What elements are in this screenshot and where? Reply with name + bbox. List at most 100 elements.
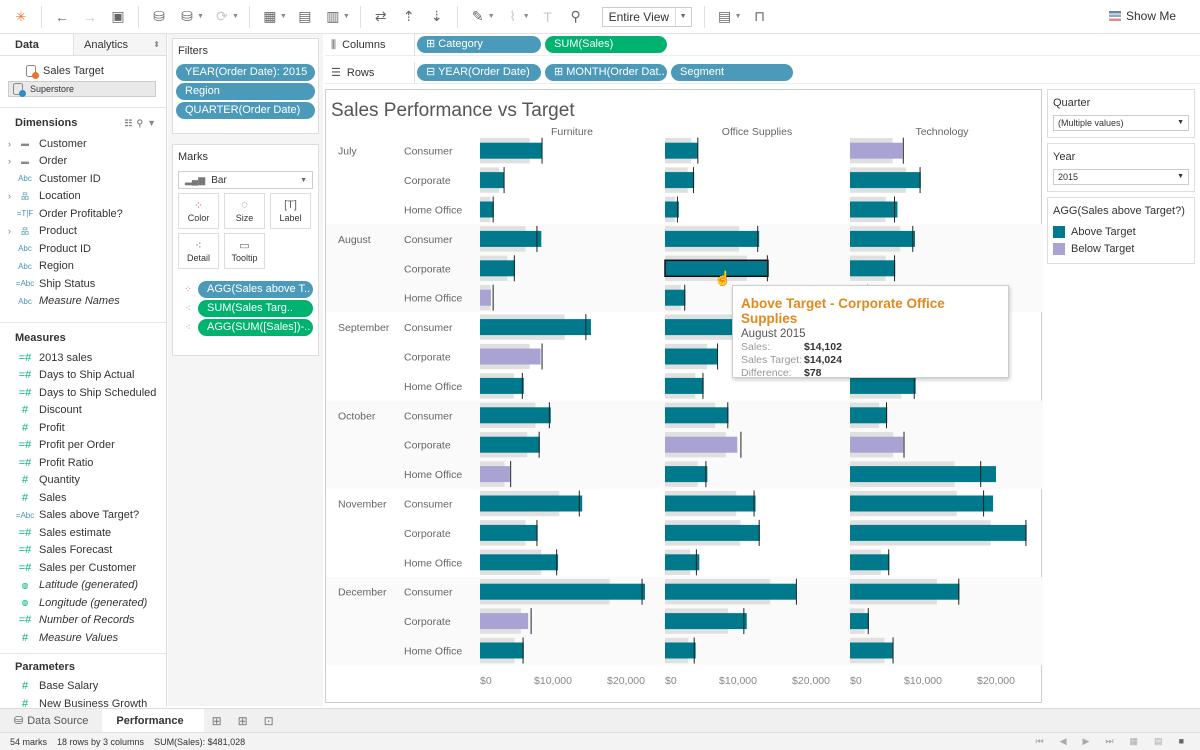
show-me-button[interactable]: Show Me [1108,9,1176,23]
chevron-down-icon[interactable]: ▼ [147,118,160,128]
data-source-item[interactable]: Superstore [8,81,156,97]
filter-pill[interactable]: YEAR(Order Date): 2015 [176,64,315,81]
data-source-item[interactable]: Sales Target [8,62,156,79]
tableau-logo-icon[interactable]: ✳ [10,6,32,28]
field-item[interactable]: =# Profit Ratio [0,454,166,472]
quarter-filter-dropdown[interactable]: (Multiple values) ▼ [1053,115,1189,131]
marks-pill-detail[interactable]: ⁖ AGG(SUM([Sales])-.. [178,319,313,336]
save-icon[interactable]: ▣ [107,6,129,28]
last-sheet-icon[interactable]: ⏭ [1105,736,1119,746]
mark-type-dropdown[interactable]: ▂▄▆ Bar ▼ [178,171,313,189]
search-icon[interactable]: ⚲ [136,118,147,128]
field-item[interactable]: ◍ Latitude (generated) [0,577,166,595]
duplicate-sheet-icon[interactable]: ▤ [294,6,316,28]
field-item[interactable]: Abc Measure Names [0,293,166,311]
field-item[interactable]: ◍ Longitude (generated) [0,594,166,612]
chevron-right-icon[interactable]: › [2,191,12,201]
next-sheet-icon[interactable]: ▶ [1083,736,1096,746]
marks-pill-color[interactable]: ⁘ AGG(Sales above T.. [178,281,313,298]
size-button[interactable]: ◌ Size [224,193,265,229]
color-button[interactable]: ⁘ Color [178,193,219,229]
filmstrip-icon[interactable]: ▤ [1154,736,1169,746]
back-icon[interactable]: ← [51,6,73,28]
field-item[interactable]: # Sales [0,489,166,507]
field-item[interactable]: =# Number of Records [0,612,166,630]
chevron-down-icon[interactable]: ▼ [343,13,350,20]
highlight-icon[interactable]: ✎ [467,6,489,28]
tab-data-source[interactable]: ⛁ Data Source [0,709,102,733]
chevron-right-icon[interactable]: › [2,226,12,236]
show-labels-icon[interactable]: T [537,6,559,28]
field-item[interactable]: › 品 Location [0,188,166,206]
chevron-down-icon[interactable]: ▼ [488,13,495,20]
field-item[interactable]: # Base Salary [0,678,166,696]
field-item[interactable]: =# Days to Ship Scheduled [0,384,166,402]
chevron-right-icon[interactable]: › [2,156,12,166]
legend-item-above[interactable]: Above Target [1053,223,1189,240]
pause-updates-icon[interactable]: ⛁ [176,6,198,28]
year-filter-dropdown[interactable]: 2015 ▼ [1053,169,1189,185]
chevron-down-icon[interactable]: ▼ [735,13,742,20]
field-item[interactable]: # Measure Values [0,629,166,647]
label-button[interactable]: [T] Label [270,193,311,229]
tab-data[interactable]: Data [0,34,73,55]
marks-pill-detail[interactable]: ⁖ SUM(Sales Targ.. [178,300,313,317]
field-item[interactable]: =# 2013 sales [0,349,166,367]
show-cards-icon[interactable]: ▤ [714,6,736,28]
columns-pill-category[interactable]: ⊞ Category [417,36,541,53]
columns-pill-sum-sales[interactable]: SUM(Sales) [545,36,667,53]
fit-dropdown[interactable]: Entire View ▼ [601,6,692,27]
chevron-right-icon[interactable]: › [2,139,12,149]
chevron-down-icon[interactable]: ▼ [232,13,239,20]
field-item[interactable]: › ▬ Order [0,153,166,171]
field-item[interactable]: # Quantity [0,472,166,490]
field-item[interactable]: =Abc Ship Status [0,275,166,293]
first-sheet-icon[interactable]: ⏮ [1035,736,1049,746]
tabs-view-icon[interactable]: ■ [1179,736,1190,746]
rows-pill-month[interactable]: ⊞ MONTH(Order Dat.. [545,64,667,81]
new-story-icon[interactable]: ⊡ [256,714,282,728]
field-item[interactable]: =# Sales Forecast [0,542,166,560]
legend-item-below[interactable]: Below Target [1053,240,1189,257]
chevron-down-icon[interactable]: ▼ [523,13,530,20]
field-item[interactable]: Abc Customer ID [0,170,166,188]
filter-pill[interactable]: Region [176,83,315,100]
tab-analytics[interactable]: Analytics ⬍ [73,34,166,55]
refresh-icon[interactable]: ⟳ [211,6,233,28]
field-item[interactable]: =# Days to Ship Actual [0,367,166,385]
new-data-source-icon[interactable]: ⛁ [148,6,170,28]
field-item[interactable]: › ▬ Customer [0,135,166,153]
field-item[interactable]: Abc Region [0,258,166,276]
presentation-mode-icon[interactable]: ⊓ [749,6,771,28]
field-item[interactable]: =# Profit per Order [0,437,166,455]
fix-axes-icon[interactable]: ⚲ [565,6,587,28]
new-worksheet-icon[interactable]: ▦ [259,6,281,28]
field-item[interactable]: =Abc Sales above Target? [0,507,166,525]
new-worksheet-icon[interactable]: ⊞ [204,714,230,728]
rows-pill-segment[interactable]: Segment [671,64,793,81]
view-grid-icon[interactable]: ☷ [124,118,136,128]
chevron-down-icon[interactable]: ▼ [197,13,204,20]
tooltip-button[interactable]: ▭ Tooltip [224,233,265,269]
prev-sheet-icon[interactable]: ◀ [1060,736,1073,746]
sort-descending-icon[interactable]: ⇣ [426,6,448,28]
detail-button[interactable]: ⁖ Detail [178,233,219,269]
field-item[interactable]: =T|F Order Profitable? [0,205,166,223]
rows-pill-year[interactable]: ⊟ YEAR(Order Date) [417,64,541,81]
group-members-icon[interactable]: ⌇ [502,6,524,28]
filter-pill[interactable]: QUARTER(Order Date) [176,102,315,119]
chevron-down-icon[interactable]: ▼ [280,13,287,20]
sort-ascending-icon[interactable]: ⇡ [398,6,420,28]
swap-rows-columns-icon[interactable]: ⇄ [370,6,392,28]
sheet-sorter-icon[interactable]: ▦ [1130,736,1145,746]
field-item[interactable]: # Discount [0,402,166,420]
field-item[interactable]: Abc Product ID [0,240,166,258]
field-item[interactable]: › 品 Product [0,223,166,241]
new-dashboard-icon[interactable]: ⊞ [230,714,256,728]
tab-performance[interactable]: Performance [102,708,204,733]
field-item[interactable]: =# Sales estimate [0,524,166,542]
clear-sheet-icon[interactable]: ▥ [322,6,344,28]
forward-icon[interactable]: → [79,6,101,28]
field-item[interactable]: =# Sales per Customer [0,559,166,577]
field-item[interactable]: # Profit [0,419,166,437]
